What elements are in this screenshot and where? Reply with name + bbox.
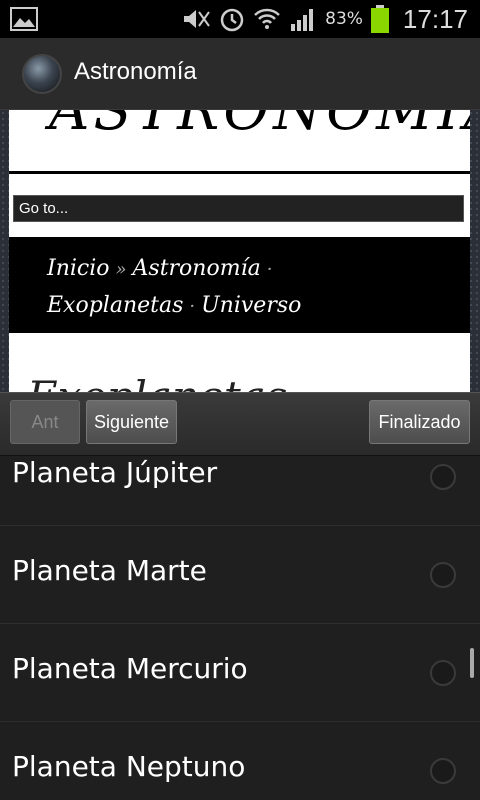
app-title: Astronomía	[74, 58, 197, 85]
picker-toolbar: Ant Siguiente Finalizado	[0, 392, 480, 456]
mute-icon	[184, 10, 210, 28]
list-item-label: Planeta Mercurio	[12, 652, 248, 685]
list-item-marte[interactable]: Planeta Marte	[0, 526, 480, 624]
done-button[interactable]: Finalizado	[369, 400, 470, 444]
nav-separator: ·	[266, 259, 273, 280]
site-title: ASTRONOMIA	[49, 110, 470, 143]
list-item-label: Planeta Neptuno	[12, 750, 246, 783]
list-item-neptuno[interactable]: Planeta Neptuno	[0, 722, 480, 800]
list-item-label: Planeta Júpiter	[12, 456, 218, 489]
app-icon[interactable]	[22, 54, 62, 94]
wifi-icon	[254, 8, 281, 29]
clock: 17:17	[402, 3, 468, 34]
nav-link-inicio[interactable]: Inicio	[47, 256, 110, 281]
list-item-mercurio[interactable]: Planeta Mercurio	[0, 624, 480, 722]
nav-separator: »	[115, 259, 127, 280]
radio-button[interactable]	[430, 562, 456, 588]
list-item-jupiter[interactable]: Planeta Júpiter	[0, 456, 480, 526]
status-bar: 83% 17:17	[0, 0, 480, 38]
web-page: ASTRONOMIA Go to... Inicio» Astronomía · E…	[9, 110, 470, 392]
goto-select[interactable]: Go to...	[13, 195, 464, 222]
list-item-label: Planeta Marte	[12, 554, 207, 587]
scrollbar[interactable]	[470, 648, 474, 678]
nav-link-astronomia[interactable]: Astronomía	[133, 256, 261, 281]
radio-button[interactable]	[430, 660, 456, 686]
previous-button[interactable]: Ant	[10, 400, 80, 444]
nav-link-universo[interactable]: Universo	[201, 293, 301, 318]
gallery-icon	[10, 7, 38, 31]
section-heading: Exoplanetas	[27, 372, 287, 392]
radio-button[interactable]	[430, 464, 456, 490]
nav-separator: ·	[189, 296, 196, 317]
action-bar: Astronomía	[0, 38, 480, 110]
alarm-icon	[220, 8, 244, 32]
option-list[interactable]: Planeta Júpiter Planeta Marte Planeta Me…	[0, 456, 480, 800]
breadcrumb-nav: Inicio» Astronomía · Exoplanetas · Universo	[9, 237, 470, 333]
signal-icon	[291, 9, 314, 31]
next-button[interactable]: Siguiente	[86, 400, 177, 444]
battery-icon	[370, 5, 389, 33]
battery-percent: 83%	[325, 9, 363, 29]
nav-link-exoplanetas[interactable]: Exoplanetas	[47, 293, 183, 318]
webview[interactable]: ASTRONOMIA Go to... Inicio» Astronomía · E…	[0, 110, 480, 392]
status-icons: 83% 17:17	[181, 0, 468, 38]
divider	[9, 171, 470, 174]
radio-button[interactable]	[430, 758, 456, 784]
